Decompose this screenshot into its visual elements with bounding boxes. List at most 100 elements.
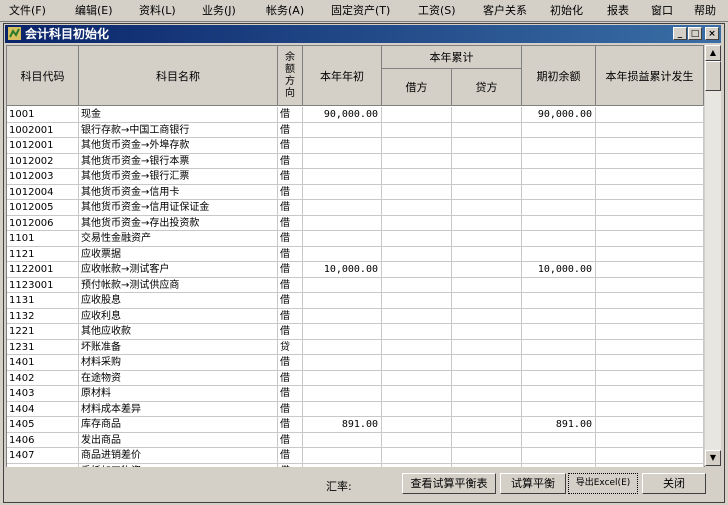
cell-direction[interactable]: 借 [278,246,303,262]
cell-name[interactable]: 其他应收款 [79,324,278,340]
scroll-down-arrow-icon[interactable]: ▼ [705,450,721,466]
cell-pl-cumulative[interactable] [596,339,704,355]
cell-credit[interactable] [452,200,522,216]
menu-data[interactable]: 资料(L) [139,3,176,18]
cell-credit[interactable] [452,355,522,371]
cell-code[interactable]: 1123001 [7,277,79,293]
cell-debit[interactable] [382,138,452,154]
cell-code[interactable]: 1012006 [7,215,79,231]
table-row[interactable]: 1123001 预付帐款→测试供应商借 [7,277,704,293]
cell-year-begin[interactable] [303,401,382,417]
header-direction[interactable]: 余额方向 [278,46,303,106]
cell-debit[interactable] [382,370,452,386]
cell-year-begin[interactable] [303,184,382,200]
cell-year-begin[interactable] [303,370,382,386]
cell-credit[interactable] [452,417,522,433]
cell-period-begin[interactable] [522,153,596,169]
cell-direction[interactable]: 借 [278,432,303,448]
cell-year-begin[interactable] [303,231,382,247]
table-row[interactable]: 1012005 其他货币资金→信用证保证金借 [7,200,704,216]
cell-name[interactable]: 发出商品 [79,432,278,448]
cell-credit[interactable] [452,386,522,402]
cell-name[interactable]: 其他货币资金→存出投资款 [79,215,278,231]
header-pl-cumulative[interactable]: 本年损益累计发生 [596,46,704,106]
cell-code[interactable]: 1401 [7,355,79,371]
table-row[interactable]: 1405 库存商品借 891.00 891.00 [7,417,704,433]
cell-debit[interactable] [382,448,452,464]
cell-direction[interactable]: 借 [278,169,303,185]
header-year-begin[interactable]: 本年年初 [303,46,382,106]
cell-year-begin[interactable]: 891.00 [303,417,382,433]
cell-debit[interactable] [382,355,452,371]
menu-window[interactable]: 窗口 [651,3,673,18]
cell-pl-cumulative[interactable] [596,293,704,309]
cell-debit[interactable] [382,231,452,247]
cell-period-begin[interactable]: 891.00 [522,417,596,433]
table-row[interactable]: 1131 应收股息借 [7,293,704,309]
cell-credit[interactable] [452,138,522,154]
cell-period-begin[interactable] [522,215,596,231]
header-debit[interactable]: 借方 [382,69,452,106]
cell-code[interactable]: 1122001 [7,262,79,278]
table-row[interactable]: 1001 现金借 90,000.00 90,000.00 [7,107,704,123]
table-row[interactable]: 1002001 银行存款→中国工商银行借 [7,122,704,138]
cell-pl-cumulative[interactable] [596,277,704,293]
table-row[interactable]: 1402 在途物资借 [7,370,704,386]
cell-year-begin[interactable] [303,246,382,262]
cell-year-begin[interactable] [303,339,382,355]
cell-name[interactable]: 原材料 [79,386,278,402]
cell-code[interactable]: 1012001 [7,138,79,154]
cell-direction[interactable]: 借 [278,107,303,123]
cell-debit[interactable] [382,324,452,340]
cell-credit[interactable] [452,122,522,138]
table-row[interactable]: 1101 交易性金融资产借 [7,231,704,247]
table-row[interactable]: 1403 原材料借 [7,386,704,402]
cell-pl-cumulative[interactable] [596,107,704,123]
cell-direction[interactable]: 借 [278,293,303,309]
cell-name[interactable]: 现金 [79,107,278,123]
minimize-button[interactable]: _ [673,27,687,40]
cell-debit[interactable] [382,308,452,324]
table-row[interactable]: 1406 发出商品借 [7,432,704,448]
menu-edit[interactable]: 编辑(E) [75,3,113,18]
cell-direction[interactable]: 借 [278,262,303,278]
cell-period-begin[interactable] [522,401,596,417]
cell-period-begin[interactable] [522,386,596,402]
cell-period-begin[interactable] [522,122,596,138]
menu-business[interactable]: 业务(J) [202,3,236,18]
cell-period-begin[interactable] [522,355,596,371]
cell-name[interactable]: 其他货币资金→外埠存款 [79,138,278,154]
cell-direction[interactable]: 借 [278,153,303,169]
close-window-button[interactable]: × [705,27,719,40]
cell-credit[interactable] [452,277,522,293]
cell-period-begin[interactable] [522,432,596,448]
cell-pl-cumulative[interactable] [596,308,704,324]
cell-direction[interactable]: 借 [278,277,303,293]
cell-debit[interactable] [382,246,452,262]
cell-credit[interactable] [452,262,522,278]
cell-name[interactable]: 应收股息 [79,293,278,309]
cell-year-begin[interactable] [303,432,382,448]
cell-code[interactable]: 1012002 [7,153,79,169]
cell-pl-cumulative[interactable] [596,215,704,231]
header-name[interactable]: 科目名称 [79,46,278,106]
cell-year-begin[interactable] [303,355,382,371]
cell-code[interactable]: 1221 [7,324,79,340]
cell-period-begin[interactable] [522,339,596,355]
cell-year-begin[interactable] [303,200,382,216]
cell-pl-cumulative[interactable] [596,169,704,185]
cell-credit[interactable] [452,231,522,247]
cell-year-begin[interactable] [303,308,382,324]
cell-direction[interactable]: 贷 [278,339,303,355]
menu-reports[interactable]: 报表 [607,3,629,18]
cell-pl-cumulative[interactable] [596,246,704,262]
cell-direction[interactable]: 借 [278,448,303,464]
cell-name[interactable]: 库存商品 [79,417,278,433]
cell-period-begin[interactable] [522,138,596,154]
cell-credit[interactable] [452,448,522,464]
cell-period-begin[interactable]: 10,000.00 [522,262,596,278]
cell-year-begin[interactable] [303,122,382,138]
cell-period-begin[interactable] [522,277,596,293]
cell-direction[interactable]: 借 [278,215,303,231]
cell-year-begin[interactable] [303,169,382,185]
